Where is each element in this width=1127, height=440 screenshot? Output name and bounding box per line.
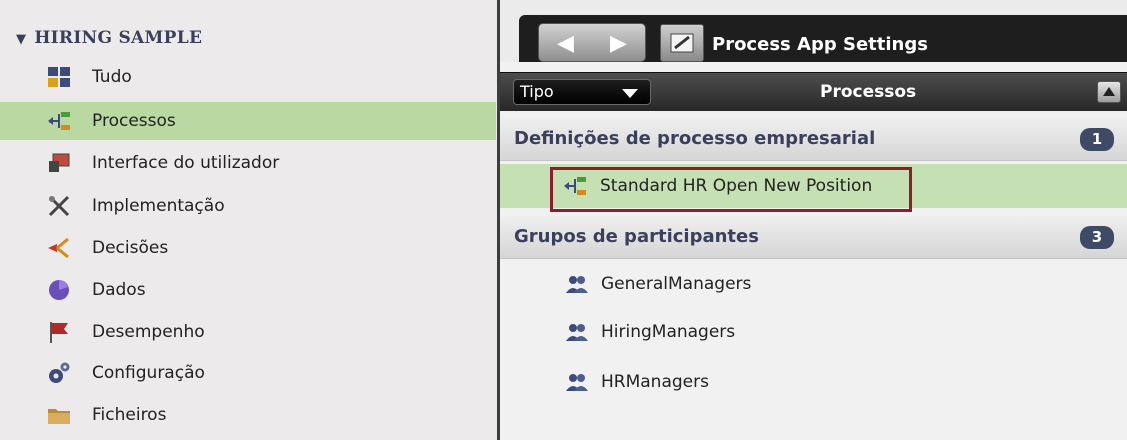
- type-dropdown-label: Tipo: [520, 82, 554, 101]
- list-item-label: HiringManagers: [601, 322, 736, 342]
- sidebar-item-processos[interactable]: Processos: [0, 102, 496, 140]
- sidebar-item-label: Dados: [92, 280, 146, 300]
- list-item-label: GeneralManagers: [601, 274, 752, 294]
- sidebar-item-label: Interface do utilizador: [92, 153, 280, 173]
- forward-arrow-button[interactable]: ▶: [592, 24, 645, 61]
- settings-tab-icon[interactable]: [660, 24, 704, 62]
- dropdown-caret-icon: [622, 89, 638, 98]
- sidebar-item-label: Processos: [92, 111, 176, 131]
- sidebar-item-configuracao[interactable]: Configuração: [0, 354, 496, 392]
- sidebar-item-implementacao[interactable]: Implementação: [0, 187, 496, 225]
- section-label: Grupos de participantes: [514, 226, 759, 247]
- users-icon: [566, 324, 588, 341]
- sidebar-item-label: Implementação: [92, 196, 225, 216]
- tab-title[interactable]: Process App Settings: [712, 34, 928, 55]
- sidebar-item-dados[interactable]: Dados: [0, 271, 496, 309]
- sidebar-item-tudo[interactable]: Tudo: [0, 58, 496, 96]
- sidebar-item-ficheiros[interactable]: Ficheiros: [0, 396, 496, 434]
- library-sidebar: ▼ HIRING SAMPLE Tudo Processos Interface …: [0, 0, 496, 440]
- sidebar-item-label: Tudo: [92, 67, 132, 87]
- decision-icon: [48, 237, 69, 259]
- editor-tab-bar: ◀ ▶ Process App Settings: [500, 0, 1127, 62]
- sidebar-item-label: Ficheiros: [92, 405, 167, 425]
- list-title: Processos: [820, 82, 917, 102]
- users-icon: [566, 374, 588, 391]
- grid-icon: [48, 67, 70, 87]
- list-item-hrmanagers[interactable]: HRManagers: [500, 360, 1127, 404]
- sidebar-item-desempenho[interactable]: Desempenho: [0, 313, 496, 351]
- section-business-process-definitions[interactable]: Definições de processo empresarial 1: [500, 118, 1127, 161]
- history-nav-group: ◀ ▶: [538, 23, 646, 62]
- list-item-generalmanagers[interactable]: GeneralManagers: [500, 262, 1127, 306]
- highlight-box: [550, 167, 912, 212]
- back-arrow-button[interactable]: ◀: [539, 24, 592, 61]
- editor-panel: ◀ ▶ Process App Settings Tipo Processos …: [497, 0, 1127, 440]
- project-tree-header[interactable]: ▼ HIRING SAMPLE: [16, 28, 202, 48]
- folder-icon: [48, 409, 70, 424]
- user-interface-icon: [49, 153, 70, 172]
- type-dropdown[interactable]: Tipo: [513, 79, 651, 105]
- sidebar-item-decisoes[interactable]: Decisões: [0, 229, 496, 267]
- tools-icon: [48, 195, 70, 217]
- sidebar-item-label: Desempenho: [92, 322, 205, 342]
- count-badge: 1: [1080, 128, 1114, 151]
- count-badge: 3: [1080, 226, 1114, 249]
- expand-triangle-icon[interactable]: ▼: [16, 32, 26, 47]
- edit-icon: [670, 33, 694, 53]
- flag-icon: [50, 322, 68, 343]
- list-item-hiringmanagers[interactable]: HiringManagers: [500, 310, 1127, 354]
- section-label: Definições de processo empresarial: [514, 128, 876, 149]
- sidebar-item-label: Decisões: [92, 238, 169, 258]
- process-list-toolbar: Tipo Processos: [500, 72, 1127, 111]
- process-icon: [48, 112, 70, 130]
- collapse-button[interactable]: [1097, 81, 1121, 103]
- users-icon: [566, 276, 588, 293]
- sidebar-item-interface[interactable]: Interface do utilizador: [0, 144, 496, 182]
- gears-icon: [49, 362, 70, 383]
- data-icon: [49, 280, 69, 300]
- sidebar-item-label: Configuração: [92, 363, 205, 383]
- list-item-label: HRManagers: [601, 372, 709, 392]
- section-participant-groups[interactable]: Grupos de participantes 3: [500, 216, 1127, 259]
- project-name: HIRING SAMPLE: [34, 28, 203, 48]
